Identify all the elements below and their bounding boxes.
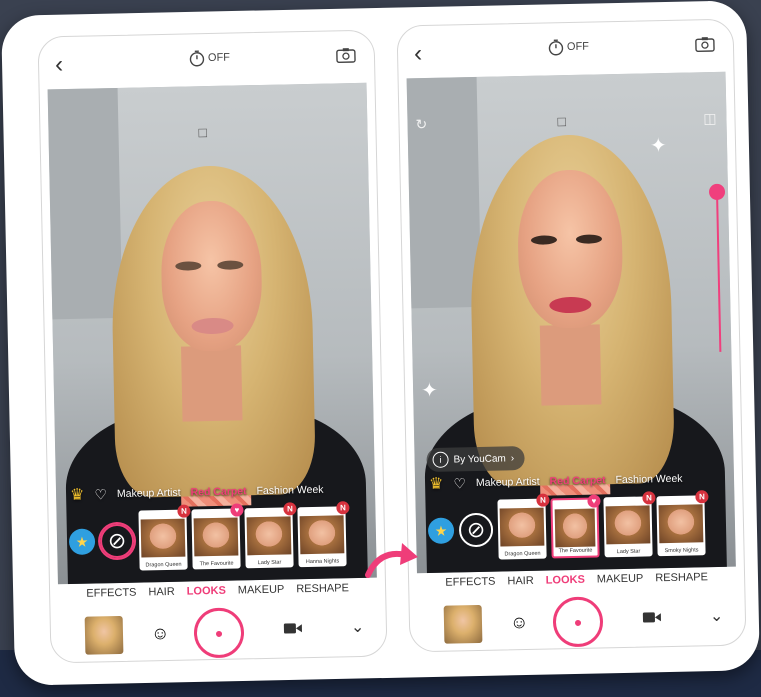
tab-effects[interactable]: EFFECTS	[86, 587, 137, 610]
transition-arrow-icon	[365, 543, 418, 578]
heart-icon[interactable]: ♡	[94, 486, 107, 503]
back-icon[interactable]: ‹	[414, 40, 423, 68]
by-youcam-button[interactable]: i By YouCam ›	[426, 446, 525, 473]
category-red-carpet[interactable]: Red Carpet	[190, 485, 246, 498]
heart-icon[interactable]: ♡	[453, 475, 466, 492]
new-badge: N	[283, 502, 297, 516]
crown-icon[interactable]: ♛	[429, 474, 444, 494]
camera-preview: ↻ □ ◫ ✦ ✦ i By YouCam › ♛ ♡ Makeup Artis…	[406, 71, 736, 574]
none-icon[interactable]: ⊘	[99, 523, 135, 559]
gift-icon[interactable]: ★	[68, 528, 96, 556]
tab-effects[interactable]: EFFECTS	[445, 576, 496, 599]
camera-flip-icon[interactable]	[336, 47, 356, 68]
tab-reshape[interactable]: RESHAPE	[296, 582, 349, 605]
new-badge: N	[336, 501, 350, 515]
look-item[interactable]: N Dragon Queen	[497, 493, 550, 560]
camera-icon: ●	[561, 605, 595, 639]
look-item[interactable]: N Smoky Nights	[656, 490, 709, 557]
look-caption: Hanna Nights	[305, 558, 340, 566]
tab-makeup[interactable]: MAKEUP	[238, 584, 285, 607]
gallery-thumbnail[interactable]	[443, 604, 483, 644]
tab-reshape[interactable]: RESHAPE	[655, 571, 708, 594]
shutter-button[interactable]: ●	[552, 596, 604, 648]
shutter-button[interactable]: ●	[193, 607, 245, 659]
sparkle-icon: ✦	[649, 134, 668, 158]
look-caption: Lady Star	[257, 559, 282, 567]
phone-before: ‹ OFF □ ♛ ♡ Makeup Artist Red Carpet Fas…	[37, 29, 388, 664]
category-fashion-week[interactable]: Fashion Week	[615, 473, 682, 486]
chevron-down-icon[interactable]: ⌄	[351, 617, 365, 637]
crown-icon[interactable]: ♛	[70, 485, 85, 505]
look-item[interactable]: N Hanna Nights	[297, 501, 350, 568]
look-item[interactable]: ♥ The Favourite	[191, 503, 244, 570]
top-bar: ‹ OFF	[397, 20, 733, 79]
tab-hair[interactable]: HAIR	[148, 586, 175, 609]
look-caption: Lady Star	[616, 548, 641, 556]
category-makeup-artist[interactable]: Makeup Artist	[117, 487, 181, 500]
camera-icon: ●	[202, 616, 236, 650]
category-makeup-artist[interactable]: Makeup Artist	[476, 476, 540, 489]
reset-icon[interactable]: ↻	[415, 116, 427, 133]
look-item[interactable]: N Lady Star	[244, 502, 297, 569]
gallery-thumbnail[interactable]	[84, 615, 124, 655]
video-icon[interactable]	[642, 610, 662, 629]
new-badge: N	[536, 493, 550, 507]
look-item-selected[interactable]: ♥ The Favourite	[550, 494, 601, 559]
look-caption: The Favourite	[199, 560, 234, 568]
tab-makeup[interactable]: MAKEUP	[597, 573, 644, 596]
tab-looks[interactable]: LOOKS	[187, 585, 227, 608]
top-bar: ‹ OFF	[38, 31, 374, 90]
back-icon[interactable]: ‹	[55, 51, 64, 79]
bottom-bar: ☺ ● ⌄	[410, 596, 746, 650]
timer-icon	[548, 39, 564, 56]
look-item[interactable]: N Dragon Queen	[138, 504, 191, 571]
document-icon[interactable]: □	[557, 113, 566, 129]
timer-label: OFF	[566, 40, 590, 54]
camera-preview: □ ♛ ♡ Makeup Artist Red Carpet Fashion W…	[47, 82, 377, 585]
category-fashion-week[interactable]: Fashion Week	[256, 484, 323, 497]
new-badge: N	[177, 504, 191, 518]
new-badge: N	[695, 490, 709, 504]
document-icon[interactable]: □	[198, 124, 207, 140]
favorite-heart-icon: ♥	[230, 503, 244, 517]
look-item[interactable]: N Lady Star	[603, 491, 656, 558]
look-caption: Dragon Queen	[504, 550, 541, 558]
face-icon[interactable]: ☺	[510, 612, 529, 633]
tab-hair[interactable]: HAIR	[507, 575, 534, 598]
face-icon[interactable]: ☺	[151, 623, 170, 644]
timer-button[interactable]: OFF	[187, 48, 230, 69]
by-youcam-label: By YouCam	[453, 452, 506, 465]
favorite-heart-icon: ♥	[587, 494, 601, 508]
camera-flip-icon[interactable]	[695, 36, 715, 57]
looks-carousel: ★ ⊘ N Dragon Queen ♥ The Favourite N Lad…	[56, 501, 376, 576]
look-caption: The Favourite	[558, 547, 593, 555]
compare-icon[interactable]: ◫	[703, 110, 717, 127]
looks-carousel: ★ ⊘ N Dragon Queen ♥ The Favourite N Lad…	[415, 490, 735, 565]
feature-tabs: EFFECTS HAIR LOOKS MAKEUP RESHAPE	[409, 570, 744, 599]
tab-looks[interactable]: LOOKS	[546, 574, 586, 597]
look-caption: Dragon Queen	[145, 561, 182, 569]
chevron-down-icon[interactable]: ⌄	[710, 606, 724, 626]
bottom-bar: ☺ ● ⌄	[51, 607, 387, 661]
timer-label: OFF	[207, 51, 231, 65]
sparkle-icon: ✦	[420, 379, 439, 403]
category-red-carpet[interactable]: Red Carpet	[549, 474, 605, 487]
chevron-right-icon: ›	[510, 452, 515, 464]
info-icon: i	[432, 451, 449, 468]
feature-tabs: EFFECTS HAIR LOOKS MAKEUP RESHAPE	[50, 581, 385, 610]
phone-after: ‹ OFF ↻ □ ◫ ✦ ✦ i By YouCam › ♛ ♡ Makeup…	[396, 18, 747, 653]
new-badge: N	[642, 491, 656, 505]
video-icon[interactable]	[283, 621, 303, 640]
look-caption: Smoky Nights	[664, 547, 699, 555]
gift-icon[interactable]: ★	[427, 517, 455, 545]
timer-icon	[189, 50, 205, 67]
none-icon[interactable]: ⊘	[458, 512, 494, 548]
timer-button[interactable]: OFF	[546, 37, 589, 58]
